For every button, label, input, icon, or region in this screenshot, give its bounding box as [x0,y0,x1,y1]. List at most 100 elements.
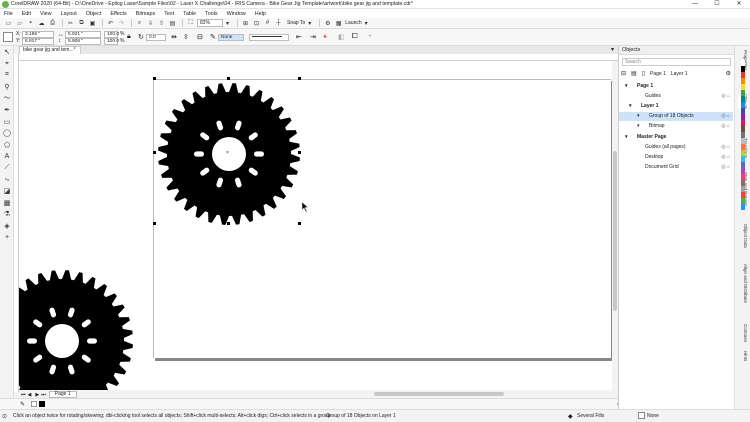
visibility-icon[interactable]: ◎ ⌂ [721,123,730,129]
cloud-icon[interactable]: ☁ [37,19,46,28]
vertical-scroll-thumb[interactable] [613,151,617,311]
group-icon[interactable]: ⧠ [352,33,358,41]
menu-view[interactable]: View [40,11,52,17]
cut-icon[interactable]: ✂ [66,19,75,28]
snap-to-menu[interactable]: Snap To [287,20,305,26]
add-tool-icon[interactable]: + [2,233,12,243]
palette-swatch[interactable] [741,204,745,210]
width-field[interactable]: 5.921 " [65,31,101,38]
end-arrowhead-icon[interactable]: ⇥ [310,33,316,41]
shape-tool-icon[interactable]: ⌖ [2,59,12,69]
ellipse-tool-icon[interactable]: ◯ [2,128,12,138]
lock-ratio-icon[interactable]: 🔒︎ [127,33,131,41]
tree-row[interactable]: Guides (all pages) ◎ ⌂ [619,142,733,151]
guidelines-icon[interactable]: ┼ [274,19,283,28]
tree-row[interactable]: ▾ Group of 18 Objects ◎ ⌂ [619,111,733,121]
rulers-icon[interactable]: ⊡ [252,19,261,28]
menu-edit[interactable]: Edit [22,11,31,17]
open-icon[interactable]: ▱ [15,19,24,28]
menu-object[interactable]: Object [86,11,102,17]
copy-icon[interactable]: ⧉ [77,19,86,28]
full-screen-icon[interactable]: ⛶ [186,19,195,28]
tree-expand-icon[interactable]: ▾ [625,134,633,140]
next-page-icon[interactable]: ▶ [35,392,39,398]
eyedropper-icon[interactable]: ✎ [20,401,25,408]
swatch-black[interactable] [39,401,46,407]
swatch-white[interactable] [31,401,38,407]
convert-to-curves-icon[interactable]: ◧ [338,33,345,41]
selection-handle[interactable] [298,222,301,225]
polygon-tool-icon[interactable]: ⬠ [2,140,12,150]
add-icon[interactable]: + [368,33,372,40]
connector-tool-icon[interactable]: ⤷ [2,175,12,185]
maximize-button[interactable]: ☐ [706,0,728,9]
tree-row[interactable]: ▾ Layer 1 [619,101,733,110]
minimize-button[interactable]: — [684,0,706,9]
visibility-icon[interactable]: ◎ ⌂ [721,164,730,170]
rectangle-tool-icon[interactable]: ▭ [2,117,12,127]
drop-shadow-icon[interactable]: ◪ [2,186,12,196]
pick-tool-icon[interactable]: ↖ [2,47,12,57]
previous-page-icon[interactable]: ◀ [28,392,32,398]
tree-row[interactable]: Document Grid ◎ ⌂ [619,163,733,172]
docker-options-icon[interactable]: ⚙ [726,70,731,77]
tree-row[interactable]: Guides ◎ ⌂ [619,91,733,100]
launch-dropdown-icon[interactable]: ▾ [362,19,371,28]
tree-expand-icon[interactable]: ▾ [625,83,633,89]
interactive-fill-icon[interactable]: ◈ [2,221,12,231]
align-icon[interactable]: ⊟ [197,33,203,41]
bike-gear-selected[interactable] [157,82,301,226]
outline-width-field[interactable]: None [218,34,244,41]
page-tab[interactable]: Page 1 [48,391,77,398]
zoom-tool-icon[interactable]: ⚲ [2,82,12,92]
tree-expand-icon[interactable]: ▾ [637,123,645,129]
menu-help[interactable]: Help [255,11,266,17]
artistic-media-icon[interactable]: ✒ [2,105,12,115]
mirror-vertical-icon[interactable]: ⇳ [183,33,189,41]
menu-table[interactable]: Table [183,11,196,17]
options-gear-icon[interactable]: ⚙ [323,19,332,28]
bike-gear-bitmap[interactable] [19,269,134,390]
first-page-icon[interactable]: ⏮ [21,392,26,398]
horizontal-scrollbar[interactable]: ⏮ ◀ ▶ ⏭ Page 1 [19,390,618,398]
visibility-icon[interactable]: ◎ ⌂ [721,154,730,160]
close-button[interactable]: ✕ [728,0,750,9]
selection-handle[interactable] [227,222,230,225]
tree-expand-icon[interactable]: ▾ [637,113,645,119]
tree-row[interactable]: ▾ Master Page [619,132,733,141]
menu-file[interactable]: File [4,11,13,17]
grid-icon[interactable]: # [263,19,272,28]
tree-row[interactable]: ▾ Page 1 [619,81,733,90]
search-content-icon[interactable]: ⌕ [135,19,144,28]
scale-width-field[interactable]: 100.0 [104,31,119,38]
layer-manager-icon[interactable]: ⊟ [621,70,626,77]
fill-status[interactable]: Several Fills [577,413,604,419]
eyedropper-tool-icon[interactable]: ⚗ [2,209,12,219]
crop-tool-icon[interactable]: ⌗ [2,70,12,80]
mirror-horizontal-icon[interactable]: ⇹ [171,33,177,41]
new-document-icon[interactable]: ▭ [4,19,13,28]
menu-window[interactable]: Window [227,11,246,17]
scale-height-field[interactable]: 100.0 [104,38,119,45]
selection-handle[interactable] [227,77,230,80]
last-page-icon[interactable]: ⏭ [41,392,46,398]
visibility-icon[interactable]: ◎ ⌂ [721,93,730,99]
text-tool-icon[interactable]: A [2,151,12,161]
break-apart-icon[interactable]: ⚹ [323,33,327,41]
print-icon[interactable]: ⎙ [48,19,57,28]
tree-row[interactable]: Desktop ◎ ⌂ [619,152,733,161]
menu-tools[interactable]: Tools [205,11,218,17]
paste-icon[interactable]: ▣ [88,19,97,28]
outline-status[interactable]: None [647,413,659,419]
document-tab[interactable]: bike gear jig and tem...* ✕ [19,46,81,60]
horizontal-ruler[interactable] [18,54,618,61]
tabs-menu-icon[interactable]: ▾ [611,46,614,53]
tree-expand-icon[interactable]: ▾ [629,103,637,109]
menu-layout[interactable]: Layout [61,11,77,17]
launch-app-icon[interactable]: ▦ [334,19,343,28]
y-position-field[interactable]: 6.817 " [22,38,54,45]
freehand-tool-icon[interactable]: 〜 [2,93,12,103]
horizontal-scroll-thumb[interactable] [374,392,504,396]
redo-icon[interactable]: ↷ [117,19,126,28]
zoom-dropdown-icon[interactable]: ▾ [223,19,232,28]
